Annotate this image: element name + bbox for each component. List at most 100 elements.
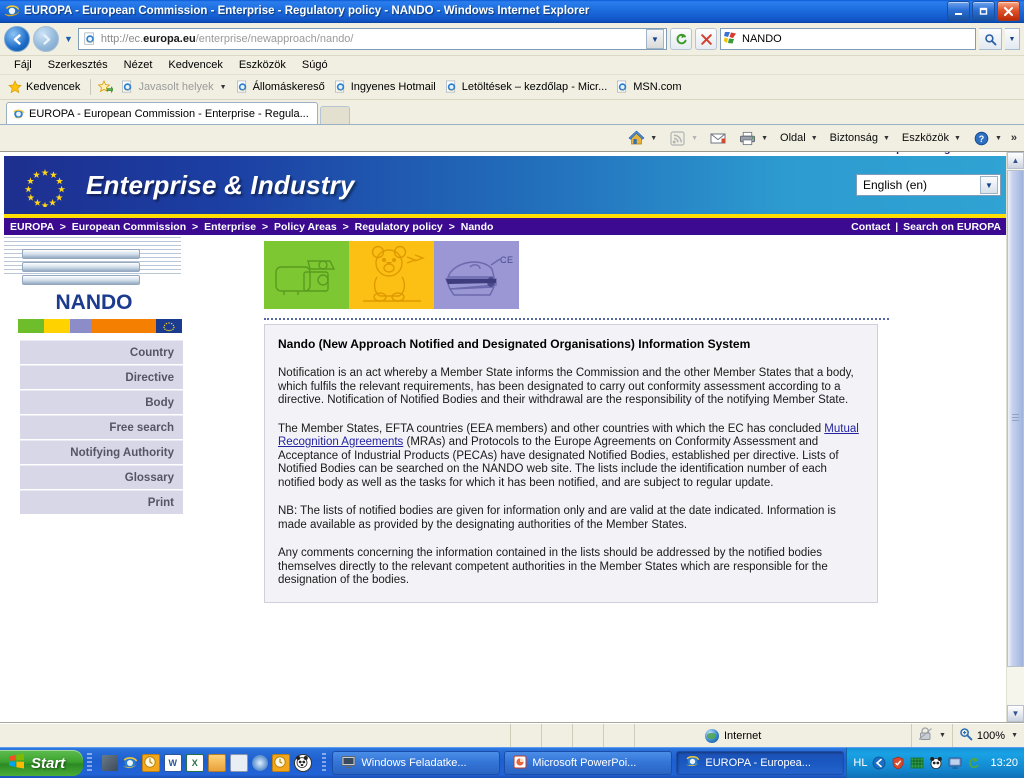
minimize-button[interactable] xyxy=(947,1,970,21)
favorites-button[interactable]: Kedvencek xyxy=(5,79,86,95)
quicklaunch-internet-explorer-icon[interactable] xyxy=(122,755,138,771)
chevron-down-icon[interactable]: ▼ xyxy=(939,732,946,739)
quicklaunch-folder-icon[interactable] xyxy=(207,754,226,772)
breadcrumb-item-enterprise[interactable]: Enterprise xyxy=(204,221,256,233)
breadcrumb-item-policy-areas[interactable]: Policy Areas xyxy=(274,221,337,233)
menu-item-tools[interactable]: Eszközök xyxy=(231,58,294,72)
quicklaunch-icon-3[interactable] xyxy=(141,754,160,772)
menu-item-help[interactable]: Súgó xyxy=(294,58,336,72)
scroll-down-button[interactable]: ▼ xyxy=(1007,705,1024,722)
favorites-item-msn[interactable]: MSN.com xyxy=(613,79,687,95)
chevron-down-icon[interactable]: ▼ xyxy=(954,135,961,142)
breadcrumb-item-regulatory-policy[interactable]: Regulatory policy xyxy=(355,221,443,233)
quicklaunch-icon-1[interactable] xyxy=(101,755,118,771)
quicklaunch-notes-icon[interactable] xyxy=(229,754,248,772)
menu-item-file[interactable]: Fájl xyxy=(6,58,40,72)
breadcrumb-links: Contact | Search on EUROPA xyxy=(851,221,1001,233)
breadcrumb-item-european-commission[interactable]: European Commission xyxy=(72,221,186,233)
internet-explorer-icon xyxy=(685,754,700,772)
maximize-button[interactable] xyxy=(972,1,995,21)
taskbar-button-powerpoint[interactable]: Microsoft PowerPoi... xyxy=(504,751,673,775)
sidebar-item-body[interactable]: Body xyxy=(20,390,183,415)
command-bar-overflow-icon[interactable]: » xyxy=(1008,132,1020,144)
menu-item-edit[interactable]: Szerkesztés xyxy=(40,58,116,72)
forward-button[interactable] xyxy=(33,26,59,52)
vertical-scrollbar[interactable]: ▲ ▼ xyxy=(1006,152,1024,722)
home-button[interactable]: ▼ xyxy=(622,128,663,148)
scrollbar-thumb[interactable] xyxy=(1007,170,1024,667)
mail-button[interactable] xyxy=(704,128,733,148)
mail-icon xyxy=(710,130,727,146)
favorites-item-allomaskereso[interactable]: Állomáskereső xyxy=(233,79,331,95)
language-select[interactable]: English (en) ▼ xyxy=(856,174,1001,196)
search-input[interactable]: NANDO xyxy=(720,28,976,50)
security-menu-button[interactable]: Biztonság ▼ xyxy=(824,130,896,146)
chevron-down-icon[interactable]: ▼ xyxy=(995,135,1002,142)
menu-item-favorites[interactable]: Kedvencek xyxy=(160,58,230,72)
sidebar-item-label: Directive xyxy=(125,371,174,384)
page-menu-button[interactable]: Oldal ▼ xyxy=(774,130,824,146)
protected-mode-indicator[interactable]: ▼ xyxy=(912,724,953,747)
url-dropdown-icon[interactable]: ▼ xyxy=(646,29,664,49)
breadcrumb-item-europa[interactable]: EUROPA xyxy=(10,221,54,233)
menu-item-view[interactable]: Nézet xyxy=(116,58,161,72)
content-paragraph-3: NB: The lists of notified bodies are giv… xyxy=(278,505,836,531)
history-dropdown-icon[interactable]: ▼ xyxy=(62,34,75,44)
url-input[interactable]: http://ec.europa.eu/enterprise/newapproa… xyxy=(77,28,667,50)
back-button[interactable] xyxy=(4,26,30,52)
start-button[interactable]: Start xyxy=(0,750,84,776)
chevron-down-icon[interactable]: ▼ xyxy=(811,135,818,142)
taskbar-grip-2[interactable] xyxy=(321,753,327,773)
favorites-item-downloads[interactable]: Letöltések – kezdőlap - Micr... xyxy=(442,79,614,95)
sidebar-item-free-search[interactable]: Free search xyxy=(20,415,183,440)
favorites-item-suggested-sites[interactable]: Javasolt helyek ▼ xyxy=(118,79,232,95)
print-button[interactable]: ▼ xyxy=(733,128,774,148)
tools-menu-button[interactable]: Eszközök ▼ xyxy=(896,130,967,146)
scroll-up-button[interactable]: ▲ xyxy=(1007,152,1024,169)
taskbar-button-task-manager[interactable]: Windows Feladatke... xyxy=(332,751,501,775)
chevron-down-icon[interactable]: ▼ xyxy=(1011,732,1018,739)
quicklaunch-media-icon[interactable] xyxy=(251,755,268,771)
quicklaunch-clock-icon[interactable] xyxy=(271,754,290,772)
security-zone[interactable]: Internet xyxy=(635,724,912,747)
favorites-item-hotmail[interactable]: Ingyenes Hotmail xyxy=(331,79,442,95)
quicklaunch-excel-icon[interactable]: X xyxy=(185,754,204,772)
refresh-button[interactable] xyxy=(670,28,692,50)
search-on-europa-link[interactable]: Search on EUROPA xyxy=(903,221,1001,233)
sidebar-item-glossary[interactable]: Glossary xyxy=(20,465,183,490)
contact-link[interactable]: Contact xyxy=(851,221,890,233)
site-title: Enterprise & Industry xyxy=(86,169,355,200)
chevron-down-icon[interactable]: ▼ xyxy=(761,135,768,142)
chevron-down-icon[interactable]: ▼ xyxy=(980,176,998,194)
taskbar-grip[interactable] xyxy=(87,753,92,773)
search-dropdown-icon[interactable]: ▼ xyxy=(1005,28,1020,50)
zoom-control[interactable]: 100% ▼ xyxy=(953,727,1024,744)
help-menu-button[interactable]: ? ▼ xyxy=(967,128,1008,148)
quicklaunch-word-icon[interactable]: W xyxy=(163,754,182,772)
page-columns: NANDO Country Directive Body Free search… xyxy=(4,235,1007,603)
taskbar-button-europa[interactable]: EUROPA - Europea... xyxy=(676,751,845,775)
taskbar-clock[interactable]: 13:20 xyxy=(986,757,1018,769)
breadcrumb-item-nando[interactable]: Nando xyxy=(461,221,494,233)
sidebar-item-country[interactable]: Country xyxy=(20,340,183,365)
sidebar-item-directive[interactable]: Directive xyxy=(20,365,183,390)
close-button[interactable] xyxy=(997,1,1020,21)
add-to-favorites-button[interactable] xyxy=(95,79,118,95)
sidebar-item-notifying-authority[interactable]: Notifying Authority xyxy=(20,440,183,465)
search-go-button[interactable] xyxy=(979,28,1002,50)
tab-europa[interactable]: EUROPA - European Commission - Enterpris… xyxy=(6,102,318,124)
sidebar-item-print[interactable]: Print xyxy=(20,490,183,515)
breadcrumb-separator: > xyxy=(192,220,199,233)
important-legal-notice-link[interactable]: Important legal notice xyxy=(884,152,993,155)
language-indicator[interactable]: HL xyxy=(853,757,867,769)
google-icon xyxy=(723,31,739,48)
chevron-down-icon[interactable]: ▼ xyxy=(650,135,657,142)
chevron-down-icon[interactable]: ▼ xyxy=(883,135,890,142)
new-tab-button[interactable] xyxy=(319,106,350,124)
command-bar: ▼ ▼ ▼ Oldal ▼ Biztonság ▼ Eszközök ▼ ? ▼… xyxy=(0,125,1024,152)
quicklaunch-panda-antivirus-icon[interactable] xyxy=(293,754,312,772)
chevron-down-icon[interactable]: ▼ xyxy=(220,84,227,91)
menu-bar: Fájl Szerkesztés Nézet Kedvencek Eszközö… xyxy=(0,56,1024,75)
stop-button[interactable] xyxy=(695,28,717,50)
feeds-button[interactable]: ▼ xyxy=(663,128,704,148)
